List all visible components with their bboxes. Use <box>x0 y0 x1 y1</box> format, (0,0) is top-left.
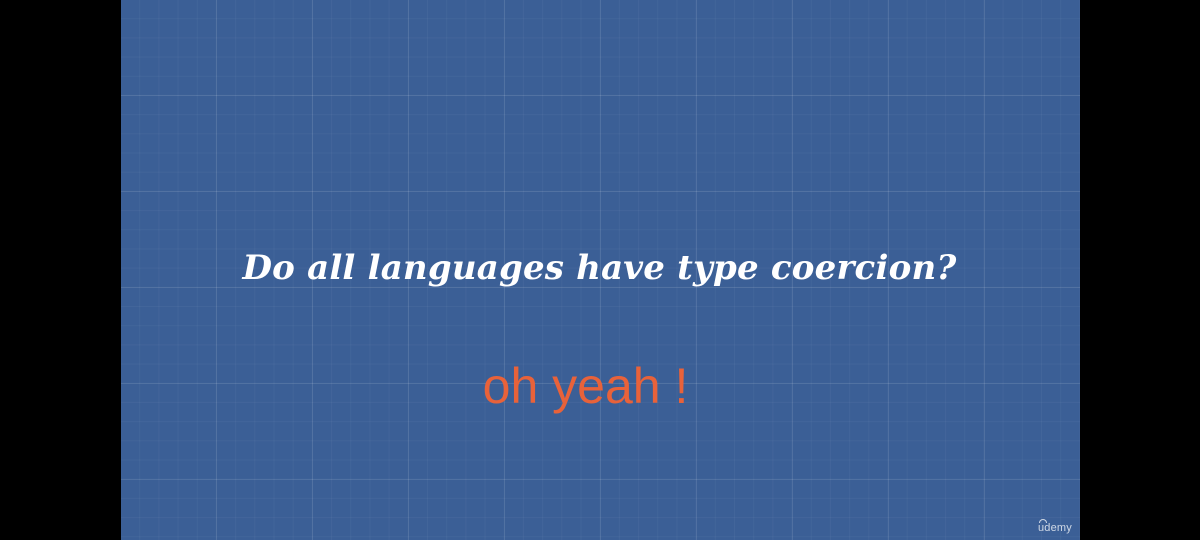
udemy-watermark: udemy <box>1037 519 1072 534</box>
udemy-logo-icon <box>1038 519 1047 523</box>
video-viewport: Do all languages have type coercion? oh … <box>0 0 1200 540</box>
lecture-slide: Do all languages have type coercion? oh … <box>121 0 1080 540</box>
udemy-watermark-text: udemy <box>1037 522 1072 534</box>
slide-question: Do all languages have type coercion? <box>242 248 957 288</box>
slide-answer: oh yeah ! <box>482 358 689 414</box>
